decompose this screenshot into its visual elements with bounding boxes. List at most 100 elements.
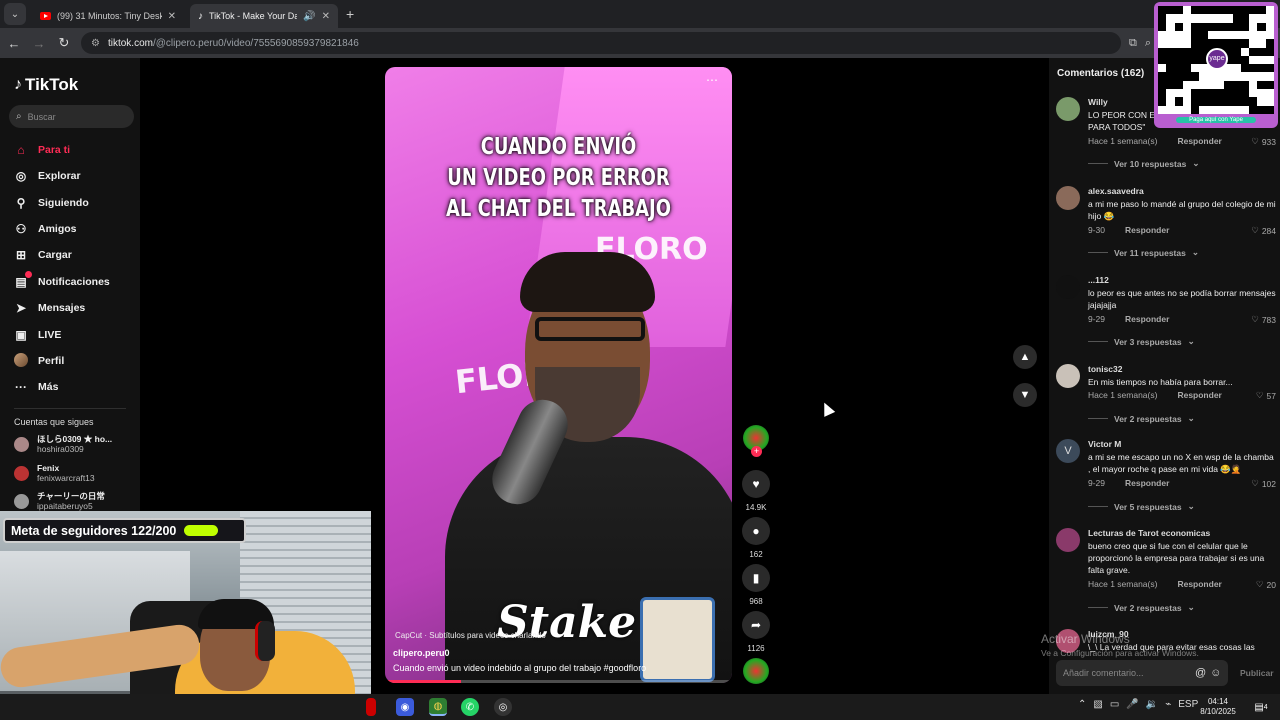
- comment-user[interactable]: Willy: [1088, 97, 1108, 107]
- forward-icon[interactable]: →: [28, 36, 50, 51]
- network-icon[interactable]: ⌁: [1165, 699, 1171, 710]
- comment-avatar[interactable]: [1056, 364, 1080, 388]
- save-button[interactable]: ▮ 968: [740, 564, 772, 606]
- video-description[interactable]: Cuando envió un video indebido al grupo …: [393, 663, 646, 673]
- comment-user[interactable]: tonisc32: [1088, 364, 1123, 374]
- zoom-icon[interactable]: ⌕: [1145, 37, 1151, 50]
- sidebar-item-perfil[interactable]: Perfil: [14, 352, 64, 370]
- whatsapp-icon[interactable]: ✆: [461, 698, 479, 716]
- comment-text: En mis tiempos no había para borrar...: [1088, 377, 1233, 387]
- sidebar-item-mensajes[interactable]: ➤ Mensajes: [14, 299, 85, 317]
- taskbar-app-icon[interactable]: [366, 698, 376, 716]
- publish-button[interactable]: Publicar: [1240, 668, 1274, 678]
- tab-youtube[interactable]: (99) 31 Minutos: Tiny Desk Con ✕: [32, 4, 184, 28]
- followed-account[interactable]: ほしら0309 ★ ho... hoshira0309: [14, 434, 112, 454]
- music-disc-button[interactable]: [740, 658, 772, 684]
- comment-user[interactable]: Victor M: [1088, 439, 1121, 449]
- notification-center-icon[interactable]: ▤ 4: [1252, 698, 1270, 716]
- reload-icon[interactable]: ↻: [53, 35, 75, 51]
- capcut-tag[interactable]: CapCut · Subtítulos para videos charland…: [395, 631, 546, 640]
- tiktok-logo[interactable]: ♪ TikTok: [14, 75, 78, 95]
- close-tab-icon[interactable]: ✕: [322, 11, 330, 22]
- back-icon[interactable]: ←: [3, 36, 25, 51]
- emoji-icon[interactable]: ☺: [1210, 667, 1221, 679]
- qr-module: [1174, 105, 1183, 114]
- comment-like-button[interactable]: ♡ 20: [1256, 579, 1276, 590]
- sidebar-item-live[interactable]: ▣ LIVE: [14, 326, 61, 344]
- video-progress-bar[interactable]: [385, 680, 732, 683]
- video-player[interactable]: FLORO FLORO CUANDO ENVIÓ UN VIDEO POR ER…: [385, 67, 732, 683]
- view-replies-button[interactable]: Ver 2 respuestas ⌄: [1088, 413, 1195, 424]
- comment-avatar[interactable]: [1056, 186, 1080, 210]
- sidebar-item-cargar[interactable]: ⊞ Cargar: [14, 246, 72, 264]
- comment-input[interactable]: [1063, 668, 1191, 678]
- next-video-button[interactable]: ▼: [1013, 383, 1037, 407]
- comment-avatar[interactable]: [1056, 275, 1080, 299]
- comment-like-button[interactable]: ♡ 284: [1251, 225, 1276, 236]
- install-app-icon[interactable]: ⧉: [1129, 37, 1137, 50]
- volume-icon[interactable]: 🔉: [1146, 699, 1158, 710]
- comment-avatar[interactable]: [1056, 528, 1080, 552]
- follow-plus-icon[interactable]: +: [751, 446, 762, 457]
- comment-avatar[interactable]: [1056, 97, 1080, 121]
- comment-user[interactable]: Lecturas de Tarot economicas: [1088, 528, 1210, 538]
- comment-like-button[interactable]: ♡ 783: [1251, 314, 1276, 325]
- reply-button[interactable]: Responder: [1177, 136, 1221, 147]
- battery-icon[interactable]: ▭: [1110, 699, 1119, 710]
- qr-module: [1249, 6, 1258, 15]
- reply-button[interactable]: Responder: [1177, 390, 1221, 401]
- tab-tiktok[interactable]: ♪ TikTok - Make Your Day 🔊 ✕: [190, 4, 338, 28]
- previous-video-button[interactable]: ▲: [1013, 345, 1037, 369]
- video-author[interactable]: clipero.peru0: [393, 648, 450, 658]
- sidebar-item-amigos[interactable]: ⚇ Amigos: [14, 220, 77, 238]
- microphone-icon[interactable]: 🎤: [1126, 699, 1138, 710]
- taskbar-clock[interactable]: 04:14 8/10/2025: [1198, 697, 1238, 717]
- comment-input-box[interactable]: @ ☺: [1056, 660, 1228, 686]
- account-name: チャーリーの日常: [37, 491, 105, 501]
- close-tab-icon[interactable]: ✕: [168, 11, 176, 22]
- comment-user[interactable]: alex.saavedra: [1088, 186, 1144, 196]
- reply-button[interactable]: Responder: [1125, 478, 1169, 489]
- discord-icon[interactable]: ◉: [396, 698, 414, 716]
- comment-like-button[interactable]: ♡ 933: [1251, 136, 1276, 147]
- author-avatar-button[interactable]: +: [740, 425, 772, 457]
- reply-button[interactable]: Responder: [1177, 579, 1221, 590]
- search-box[interactable]: ⌕: [9, 105, 134, 128]
- share-button[interactable]: ➦ 1126: [740, 611, 772, 653]
- comment-like-button[interactable]: ♡ 57: [1256, 390, 1276, 401]
- followed-account[interactable]: チャーリーの日常 ippaitaberuyo5: [14, 491, 105, 511]
- obs-icon[interactable]: ◎: [494, 698, 512, 716]
- view-replies-button[interactable]: Ver 3 respuestas ⌄: [1088, 336, 1195, 347]
- comment-user[interactable]: ...112: [1088, 275, 1109, 285]
- video-more-icon[interactable]: ⋯: [706, 73, 718, 87]
- view-replies-button[interactable]: Ver 10 respuestas ⌄: [1088, 158, 1199, 169]
- tray-chevron-up-icon[interactable]: ⌃: [1078, 699, 1086, 710]
- sidebar-item-siguiendo[interactable]: ⚲ Siguiendo: [14, 194, 89, 212]
- reply-button[interactable]: Responder: [1125, 314, 1169, 325]
- comment-like-button[interactable]: ♡ 102: [1251, 478, 1276, 489]
- site-info-icon[interactable]: ⚙: [91, 38, 100, 49]
- speaker-icon[interactable]: 🔊: [303, 11, 315, 22]
- tray-app-icon[interactable]: ▧: [1093, 699, 1102, 710]
- chrome-icon[interactable]: ◍: [429, 698, 447, 716]
- address-bar[interactable]: ⚙ tiktok.com/@clipero.peru0/video/755569…: [81, 32, 1121, 54]
- sidebar-item-notificaciones[interactable]: ▤ Notificaciones: [14, 271, 110, 291]
- language-indicator[interactable]: ESP: [1178, 699, 1198, 710]
- sidebar-item-explorar[interactable]: ◎ Explorar: [14, 167, 81, 185]
- yape-qr-overlay: yape Paga aquí con Yape: [1154, 2, 1278, 128]
- like-button[interactable]: ♥ 14.9K: [740, 470, 772, 512]
- view-replies-button[interactable]: Ver 2 respuestas ⌄: [1088, 602, 1195, 613]
- view-replies-button[interactable]: Ver 11 respuestas ⌄: [1088, 247, 1199, 258]
- comment-avatar[interactable]: V: [1056, 439, 1080, 463]
- mention-icon[interactable]: @: [1195, 667, 1206, 679]
- sidebar-item-para-ti[interactable]: ⌂ Para ti: [14, 141, 70, 159]
- view-replies-button[interactable]: Ver 5 respuestas ⌄: [1088, 501, 1195, 512]
- search-input[interactable]: [27, 111, 118, 122]
- comment-button[interactable]: ● 162: [740, 517, 772, 559]
- qr-module: [1174, 14, 1183, 23]
- followed-account[interactable]: Fenix fenixwarcraft13: [14, 463, 95, 483]
- reply-button[interactable]: Responder: [1125, 225, 1169, 236]
- new-tab-button[interactable]: +: [346, 6, 354, 22]
- tab-search-icon[interactable]: ⌄: [4, 3, 26, 25]
- sidebar-item-mas[interactable]: ··· Más: [14, 378, 58, 396]
